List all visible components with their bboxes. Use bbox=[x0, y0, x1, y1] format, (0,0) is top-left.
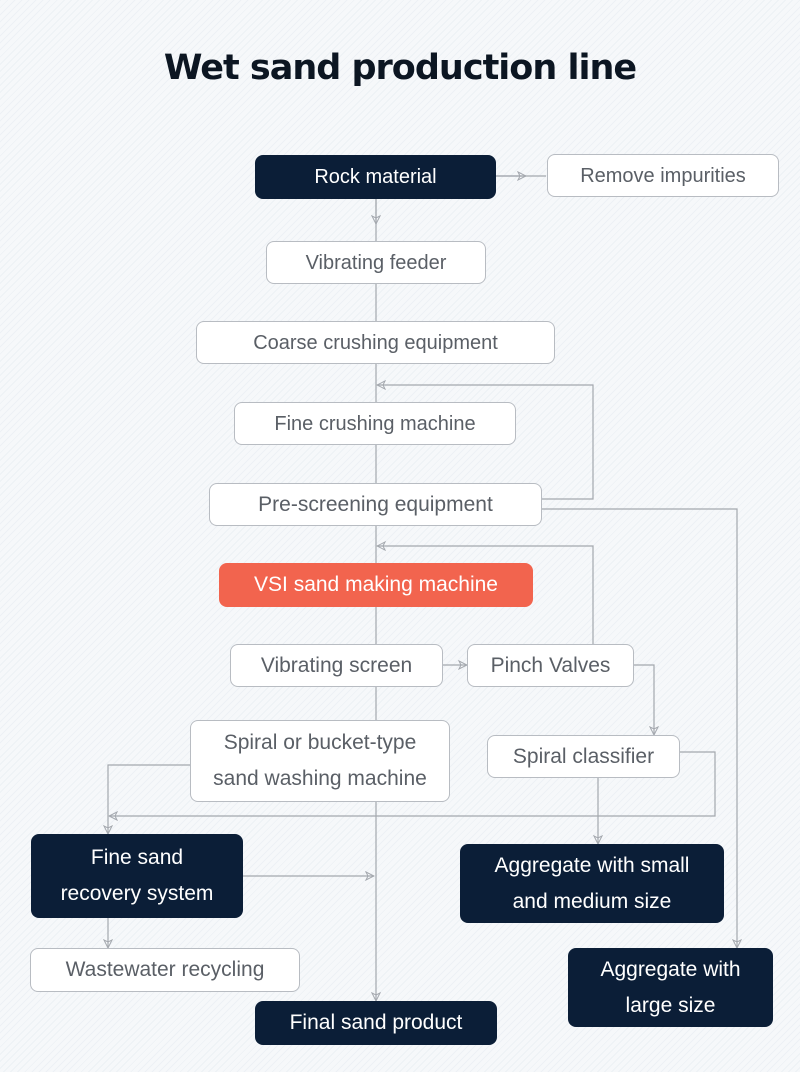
node-label: Spiral classifier bbox=[512, 744, 655, 768]
node-label: Pinch Valves bbox=[490, 653, 611, 677]
node-label: VSI sand making machine bbox=[254, 573, 498, 596]
node-fine-sand-recovery[interactable]: Fine sand recovery system bbox=[31, 834, 243, 918]
node-label: Coarse crushing equipment bbox=[253, 331, 498, 354]
node-label: Fine sand recovery system bbox=[60, 846, 214, 905]
node-sand-washing[interactable]: Spiral or bucket-type sand washing machi… bbox=[190, 720, 450, 802]
node-aggregate-large[interactable]: Aggregate with large size bbox=[568, 948, 773, 1027]
node-vibrating-feeder[interactable]: Vibrating feeder bbox=[266, 241, 486, 284]
node-label: Vibrating screen bbox=[260, 653, 413, 677]
node-label: Rock material bbox=[314, 166, 437, 188]
node-fine-crushing[interactable]: Fine crushing machine bbox=[234, 402, 516, 445]
node-final-sand-product[interactable]: Final sand product bbox=[255, 1001, 497, 1045]
node-label: Remove impurities bbox=[580, 164, 746, 187]
edge-pinch-to-classifier bbox=[634, 664, 654, 735]
node-remove-impurities[interactable]: Remove impurities bbox=[547, 154, 779, 197]
edge-washing-to-recovery bbox=[108, 764, 190, 834]
node-label: Spiral or bucket-type sand washing machi… bbox=[213, 731, 427, 790]
node-label: Pre-screening equipment bbox=[258, 492, 493, 516]
node-wastewater-recycling[interactable]: Wastewater recycling bbox=[30, 948, 300, 992]
node-label: Final sand product bbox=[289, 1011, 463, 1034]
node-label: Wastewater recycling bbox=[65, 958, 265, 981]
node-label: Aggregate with large size bbox=[600, 957, 741, 1017]
node-aggregate-small-medium[interactable]: Aggregate with small and medium size bbox=[460, 844, 724, 923]
node-label: Aggregate with small and medium size bbox=[494, 853, 690, 913]
node-vsi-sand-making[interactable]: VSI sand making machine bbox=[219, 563, 533, 607]
node-vibrating-screen[interactable]: Vibrating screen bbox=[230, 644, 443, 687]
node-rock-material[interactable]: Rock material bbox=[255, 155, 496, 199]
node-label: Fine crushing machine bbox=[274, 412, 476, 435]
node-pre-screening[interactable]: Pre-screening equipment bbox=[209, 483, 542, 526]
node-pinch-valves[interactable]: Pinch Valves bbox=[467, 644, 634, 687]
node-label: Vibrating feeder bbox=[305, 251, 447, 274]
node-coarse-crushing[interactable]: Coarse crushing equipment bbox=[196, 321, 555, 364]
node-spiral-classifier[interactable]: Spiral classifier bbox=[487, 735, 680, 778]
